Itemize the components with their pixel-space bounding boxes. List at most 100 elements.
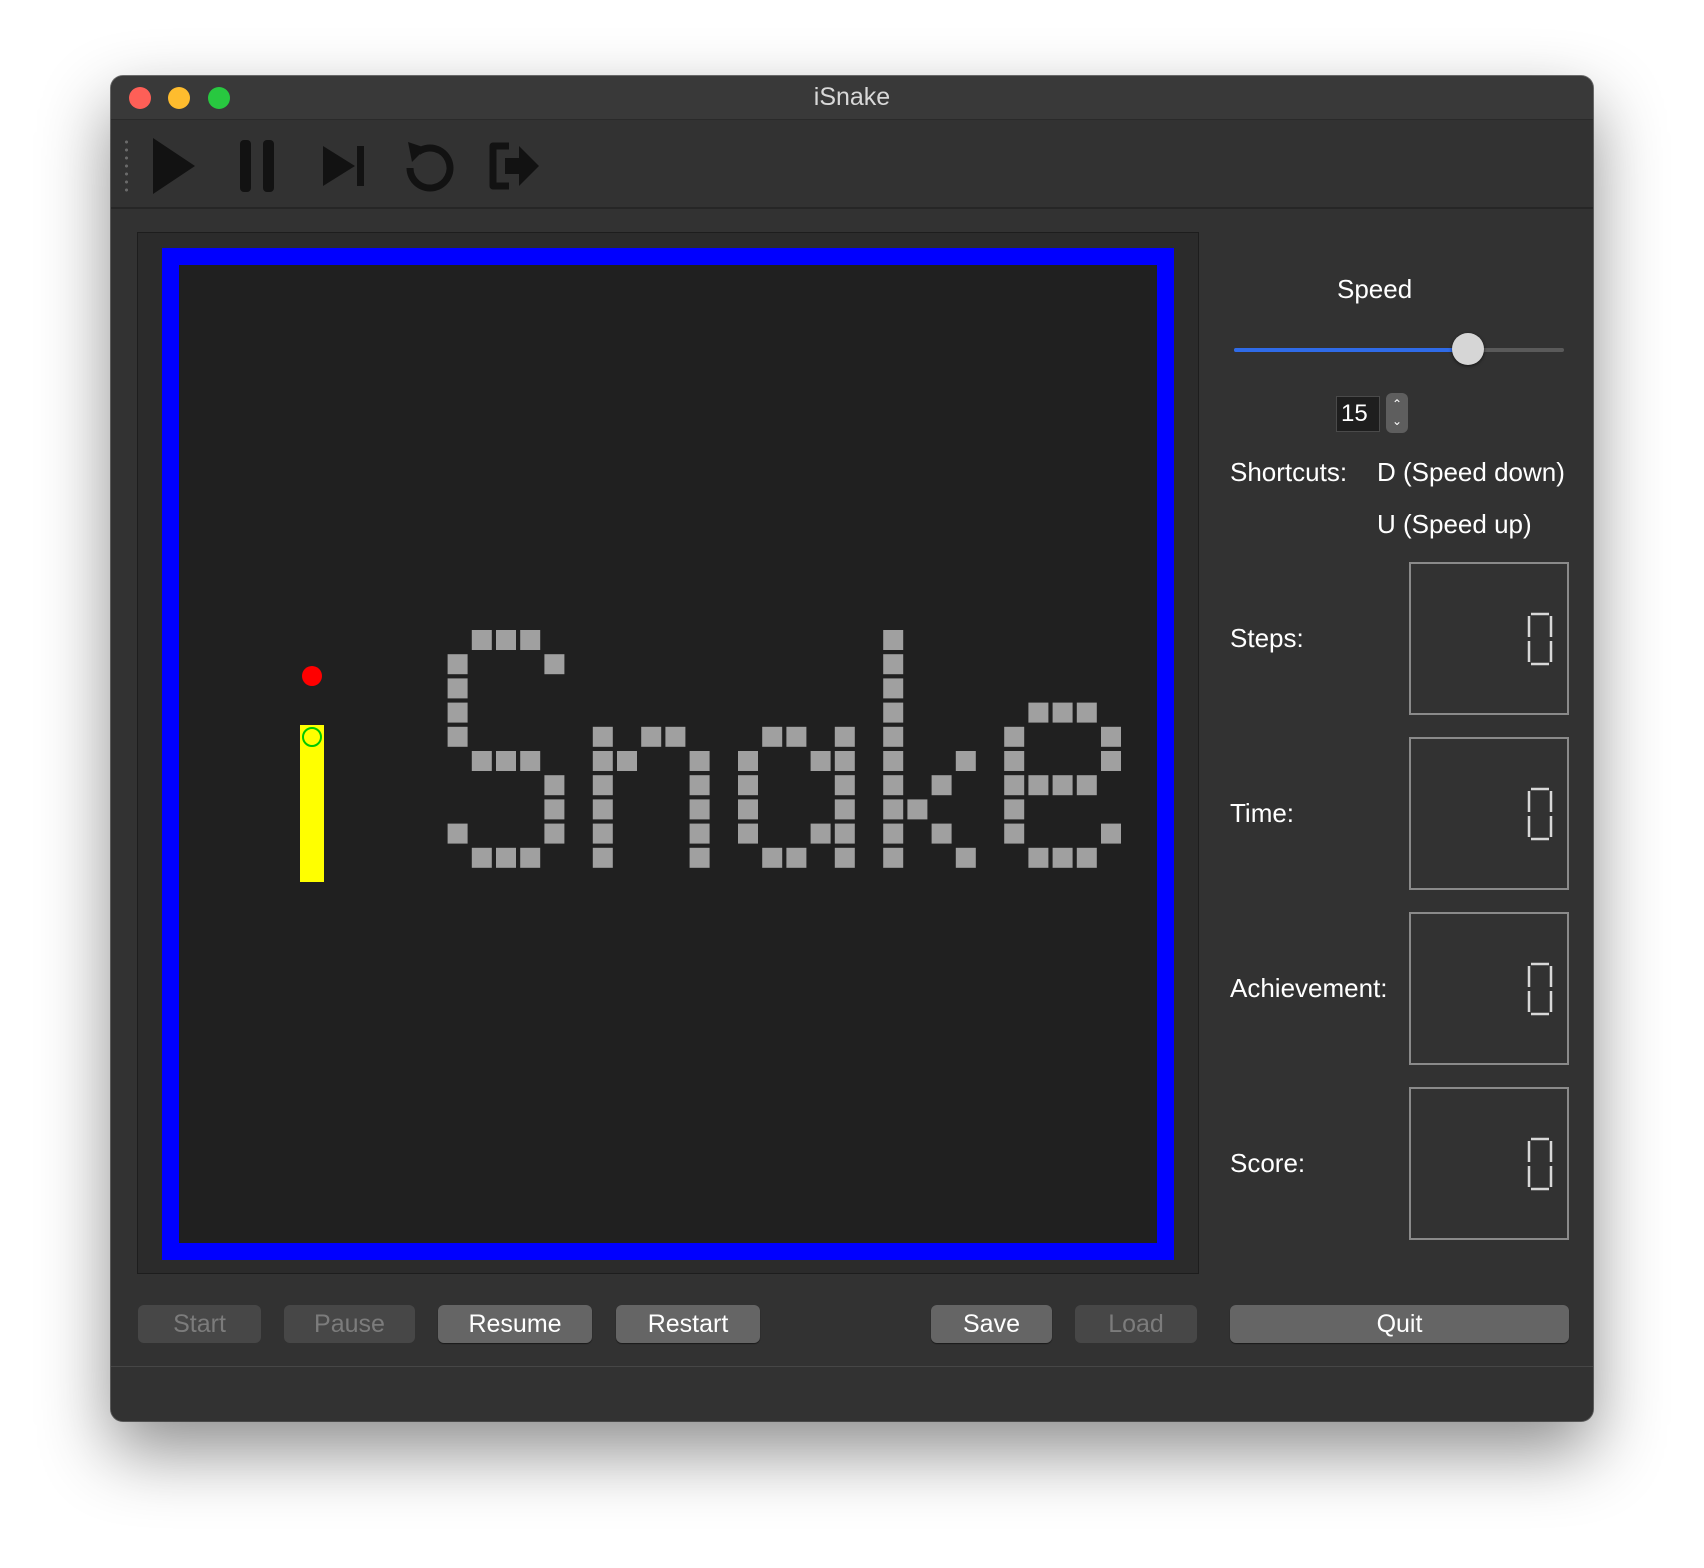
play-icon[interactable] xyxy=(139,132,205,198)
speed-slider-fill xyxy=(1234,348,1469,352)
wall-brick xyxy=(592,726,613,747)
wall-brick xyxy=(447,823,468,844)
wall-brick xyxy=(883,775,904,796)
speed-value-field[interactable]: 15 xyxy=(1336,396,1380,432)
wall-brick xyxy=(1028,847,1049,868)
wall-brick xyxy=(931,823,952,844)
app-window: iSnake Speed 15 ⌃ ⌄ Shortcuts: D (Speed … xyxy=(111,76,1593,1421)
wall-brick xyxy=(544,799,565,820)
resume-button[interactable]: Resume xyxy=(438,1305,592,1343)
wall-brick xyxy=(689,751,710,771)
wall-brick xyxy=(1004,775,1025,796)
wall-brick xyxy=(1076,847,1097,868)
wall-brick xyxy=(1028,702,1049,723)
wall-brick xyxy=(1076,702,1097,723)
achievement-digit xyxy=(1527,962,1553,1016)
food-dot xyxy=(302,666,322,686)
steps-lcd xyxy=(1409,562,1569,715)
time-digit xyxy=(1527,787,1553,841)
wall-brick xyxy=(592,799,613,820)
chevron-up-icon[interactable]: ⌃ xyxy=(1386,397,1408,411)
wall-brick xyxy=(447,702,468,723)
time-lcd xyxy=(1409,737,1569,890)
wall-brick xyxy=(810,823,831,844)
wall-brick xyxy=(883,702,904,723)
score-label: Score: xyxy=(1230,1148,1306,1178)
wall-brick xyxy=(1052,775,1073,796)
wall-brick xyxy=(496,847,516,868)
wall-brick xyxy=(689,823,710,844)
shortcut-speed-up: U (Speed up) xyxy=(1377,509,1532,539)
wall-brick xyxy=(883,678,904,699)
wall-brick xyxy=(496,751,516,771)
wall-brick xyxy=(641,726,662,747)
title-bar: iSnake xyxy=(111,76,1593,120)
wall-brick xyxy=(544,775,565,796)
wall-brick xyxy=(520,751,541,771)
wall-brick xyxy=(834,726,855,747)
wall-brick xyxy=(665,726,686,747)
wall-brick xyxy=(883,751,904,771)
speed-stepper[interactable]: ⌃ ⌄ xyxy=(1386,393,1408,433)
wall-brick xyxy=(834,799,855,820)
wall-brick xyxy=(471,847,492,868)
snake-body xyxy=(300,725,324,882)
game-board[interactable] xyxy=(137,232,1199,1274)
wall-brick xyxy=(955,751,976,771)
speed-slider[interactable] xyxy=(1234,333,1564,365)
wall-brick xyxy=(689,847,710,868)
wall-brick xyxy=(1004,799,1025,820)
wall-brick xyxy=(544,654,565,675)
wall-brick xyxy=(447,678,468,699)
pause-button[interactable]: Pause xyxy=(284,1305,415,1343)
wall-brick xyxy=(617,751,637,771)
wall-brick xyxy=(834,847,855,868)
wall-brick xyxy=(1052,702,1073,723)
quit-button[interactable]: Quit xyxy=(1230,1305,1569,1343)
exit-icon[interactable] xyxy=(481,132,547,198)
wall-brick xyxy=(1101,726,1121,747)
wall-brick xyxy=(883,847,904,868)
speed-slider-knob[interactable] xyxy=(1452,333,1485,365)
pause-icon[interactable] xyxy=(226,132,292,198)
wall-brick xyxy=(1004,751,1025,771)
wall-brick xyxy=(883,823,904,844)
wall-brick xyxy=(689,775,710,796)
steps-label: Steps: xyxy=(1230,623,1304,653)
restart-button[interactable]: Restart xyxy=(616,1305,760,1343)
wall-brick xyxy=(1004,726,1025,747)
score-digit xyxy=(1527,1137,1553,1191)
wall-brick xyxy=(762,726,783,747)
wall-brick xyxy=(786,847,807,868)
wall-brick xyxy=(786,726,807,747)
shortcut-speed-down: D (Speed down) xyxy=(1377,457,1565,487)
save-button[interactable]: Save xyxy=(931,1305,1052,1343)
load-button[interactable]: Load xyxy=(1075,1305,1197,1343)
wall-brick xyxy=(738,751,758,771)
toolbar-grip[interactable] xyxy=(125,138,128,194)
restart-icon[interactable] xyxy=(396,132,462,198)
step-forward-icon[interactable] xyxy=(311,132,377,198)
wall-brick xyxy=(1076,775,1097,796)
wall-brick xyxy=(738,823,758,844)
wall-brick xyxy=(883,799,904,820)
wall-brick xyxy=(955,847,976,868)
wall-brick xyxy=(762,847,783,868)
wall-brick xyxy=(1101,823,1121,844)
wall-brick xyxy=(1052,847,1073,868)
start-button[interactable]: Start xyxy=(138,1305,261,1343)
status-bar xyxy=(111,1366,1593,1421)
game-board-canvas xyxy=(162,248,1174,1260)
achievement-label: Achievement: xyxy=(1230,973,1388,1003)
steps-digit xyxy=(1527,612,1553,666)
wall-brick xyxy=(471,751,492,771)
wall-brick xyxy=(883,654,904,675)
chevron-down-icon[interactable]: ⌄ xyxy=(1386,414,1408,428)
wall-brick xyxy=(544,823,565,844)
time-label: Time: xyxy=(1230,798,1295,828)
window-title: iSnake xyxy=(813,83,891,111)
wall-brick xyxy=(1004,823,1025,844)
wall-brick xyxy=(883,726,904,747)
wall-brick xyxy=(931,775,952,796)
wall-brick xyxy=(689,799,710,820)
